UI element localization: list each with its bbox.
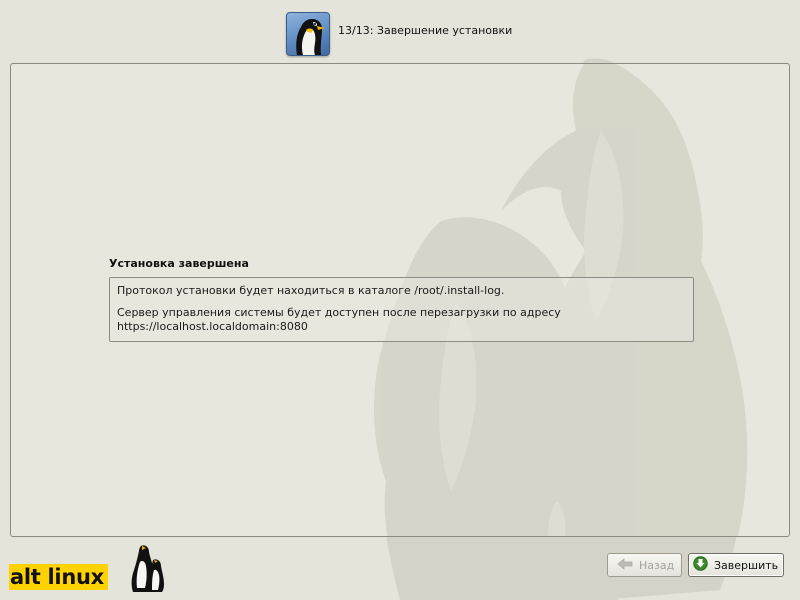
main-panel: Установка завершена Протокол установки б… — [10, 63, 790, 537]
penguin-icon — [286, 12, 330, 56]
header: 13/13: Завершение установки — [0, 0, 800, 62]
logo-penguins-icon — [131, 545, 164, 592]
finish-button-label: Завершить — [714, 558, 779, 572]
server-message: Сервер управления системы будет доступен… — [117, 306, 686, 334]
alt-linux-logo: alt linux — [9, 542, 169, 594]
install-log-message: Протокол установки будет находиться в ка… — [117, 284, 505, 297]
back-button-label: Назад — [639, 558, 675, 572]
arrow-down-circle-icon — [693, 556, 708, 574]
server-message-text: Сервер управления системы будет доступен… — [117, 306, 561, 319]
arrow-left-icon — [617, 557, 633, 573]
finish-button[interactable]: Завершить — [688, 553, 784, 577]
logo-text: alt linux — [9, 564, 108, 590]
step-title: 13/13: Завершение установки — [338, 24, 513, 37]
back-button[interactable]: Назад — [607, 553, 682, 577]
install-complete-title: Установка завершена — [109, 257, 249, 270]
server-url: https://localhost.localdomain:8080 — [117, 320, 308, 333]
install-message-box: Протокол установки будет находиться в ка… — [109, 277, 694, 342]
